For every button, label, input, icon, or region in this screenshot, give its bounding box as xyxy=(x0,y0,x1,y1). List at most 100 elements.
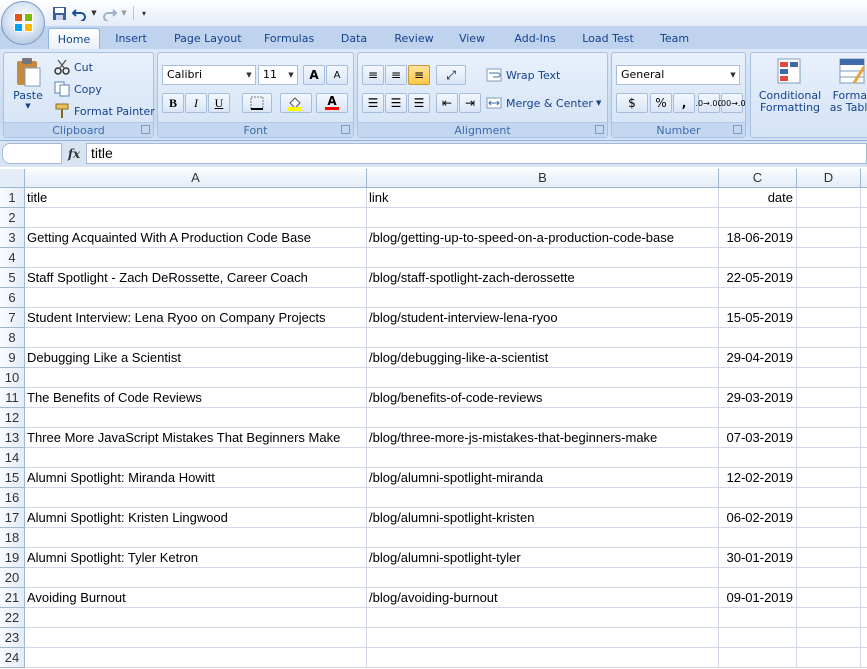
row-header[interactable]: 10 xyxy=(0,368,25,388)
cell[interactable] xyxy=(25,568,367,588)
grow-font-button[interactable]: A xyxy=(303,65,325,85)
cell[interactable]: 29-03-2019 xyxy=(719,388,797,408)
cell[interactable]: /blog/alumni-spotlight-tyler xyxy=(367,548,719,568)
cell[interactable] xyxy=(797,208,861,228)
cell[interactable] xyxy=(719,628,797,648)
tab-formulas[interactable]: Formulas xyxy=(258,28,320,49)
column-header-b[interactable]: B xyxy=(367,169,719,188)
cell[interactable] xyxy=(797,228,861,248)
cell[interactable] xyxy=(861,388,867,408)
cell[interactable]: /blog/alumni-spotlight-miranda xyxy=(367,468,719,488)
font-dialog-launcher[interactable] xyxy=(341,125,350,134)
cell[interactable]: Three More JavaScript Mistakes That Begi… xyxy=(25,428,367,448)
cell[interactable] xyxy=(861,208,867,228)
row-header[interactable]: 24 xyxy=(0,648,25,668)
cell[interactable] xyxy=(367,628,719,648)
cell[interactable] xyxy=(861,548,867,568)
column-header-a[interactable]: A xyxy=(25,169,367,188)
cell[interactable]: /blog/benefits-of-code-reviews xyxy=(367,388,719,408)
cell[interactable] xyxy=(861,408,867,428)
cell[interactable]: /blog/staff-spotlight-zach-derossette xyxy=(367,268,719,288)
row-header[interactable]: 1 xyxy=(0,188,25,208)
row-header[interactable]: 9 xyxy=(0,348,25,368)
cell[interactable]: /blog/debugging-like-a-scientist xyxy=(367,348,719,368)
increase-decimal-button[interactable]: .0→.00 xyxy=(695,93,723,113)
row-header[interactable]: 20 xyxy=(0,568,25,588)
row-header[interactable]: 8 xyxy=(0,328,25,348)
cell[interactable] xyxy=(861,288,867,308)
cell[interactable] xyxy=(797,608,861,628)
cell[interactable] xyxy=(861,488,867,508)
cell[interactable] xyxy=(861,348,867,368)
fx-icon[interactable]: fx xyxy=(62,143,86,164)
cell[interactable]: /blog/three-more-js-mistakes-that-beginn… xyxy=(367,428,719,448)
cell[interactable]: link xyxy=(367,188,719,208)
row-header[interactable]: 21 xyxy=(0,588,25,608)
cell[interactable]: /blog/getting-up-to-speed-on-a-productio… xyxy=(367,228,719,248)
cell[interactable] xyxy=(25,288,367,308)
paste-button[interactable]: Paste ▼ xyxy=(8,57,48,119)
format-painter-button[interactable]: Format Painter xyxy=(54,101,155,121)
cell[interactable] xyxy=(861,228,867,248)
row-header[interactable]: 13 xyxy=(0,428,25,448)
row-header[interactable]: 15 xyxy=(0,468,25,488)
cell[interactable] xyxy=(797,548,861,568)
cell[interactable]: /blog/avoiding-burnout xyxy=(367,588,719,608)
undo-dropdown-icon[interactable]: ▼ xyxy=(90,4,98,22)
cell[interactable] xyxy=(861,608,867,628)
merge-center-button[interactable]: Merge & Center ▼ xyxy=(486,93,601,113)
row-header[interactable]: 5 xyxy=(0,268,25,288)
cell[interactable] xyxy=(797,328,861,348)
tab-team[interactable]: Team xyxy=(654,28,694,49)
number-dialog-launcher[interactable] xyxy=(733,125,742,134)
tab-insert[interactable]: Insert xyxy=(108,28,154,49)
save-icon[interactable] xyxy=(50,4,68,22)
row-header[interactable]: 18 xyxy=(0,528,25,548)
cell[interactable] xyxy=(797,188,861,208)
cell[interactable] xyxy=(25,248,367,268)
cell[interactable]: Alumni Spotlight: Tyler Ketron xyxy=(25,548,367,568)
redo-dropdown-icon[interactable]: ▼ xyxy=(120,4,128,22)
orientation-button[interactable]: ⤢ xyxy=(436,65,466,85)
tab-page-layout[interactable]: Page Layout xyxy=(168,28,246,49)
cell[interactable] xyxy=(719,608,797,628)
cell[interactable] xyxy=(861,568,867,588)
cell[interactable] xyxy=(797,488,861,508)
cell[interactable] xyxy=(367,408,719,428)
cell[interactable]: Student Interview: Lena Ryoo on Company … xyxy=(25,308,367,328)
cell[interactable]: Alumni Spotlight: Kristen Lingwood xyxy=(25,508,367,528)
cell[interactable]: /blog/alumni-spotlight-kristen xyxy=(367,508,719,528)
cell[interactable] xyxy=(367,208,719,228)
tab-home[interactable]: Home xyxy=(48,28,100,49)
row-header[interactable]: 22 xyxy=(0,608,25,628)
align-left-button[interactable]: ☰ xyxy=(362,93,384,113)
cell[interactable] xyxy=(861,428,867,448)
cell[interactable] xyxy=(719,488,797,508)
cell[interactable] xyxy=(719,528,797,548)
formula-input[interactable]: title xyxy=(86,143,867,164)
cell[interactable] xyxy=(861,468,867,488)
office-button[interactable] xyxy=(1,1,45,45)
cell[interactable] xyxy=(367,448,719,468)
cell[interactable] xyxy=(25,208,367,228)
borders-button[interactable] xyxy=(242,93,272,113)
align-bottom-button[interactable]: ≡ xyxy=(408,65,430,85)
cell[interactable]: Staff Spotlight - Zach DeRossette, Caree… xyxy=(25,268,367,288)
cell[interactable] xyxy=(367,608,719,628)
cell[interactable]: 09-01-2019 xyxy=(719,588,797,608)
cell[interactable]: 15-05-2019 xyxy=(719,308,797,328)
cell[interactable]: /blog/student-interview-lena-ryoo xyxy=(367,308,719,328)
cell[interactable] xyxy=(367,528,719,548)
cell[interactable] xyxy=(861,448,867,468)
cell[interactable] xyxy=(797,288,861,308)
font-name-combo[interactable]: Calibri ▼ xyxy=(162,65,256,85)
cell[interactable] xyxy=(861,188,867,208)
copy-button[interactable]: Copy xyxy=(54,79,102,99)
cell[interactable] xyxy=(797,508,861,528)
tab-add-ins[interactable]: Add-Ins xyxy=(508,28,562,49)
percent-style-button[interactable]: % xyxy=(650,93,672,113)
cell[interactable] xyxy=(797,468,861,488)
italic-button[interactable]: I xyxy=(185,93,207,113)
increase-indent-button[interactable]: ⇥ xyxy=(459,93,481,113)
cell[interactable] xyxy=(25,608,367,628)
